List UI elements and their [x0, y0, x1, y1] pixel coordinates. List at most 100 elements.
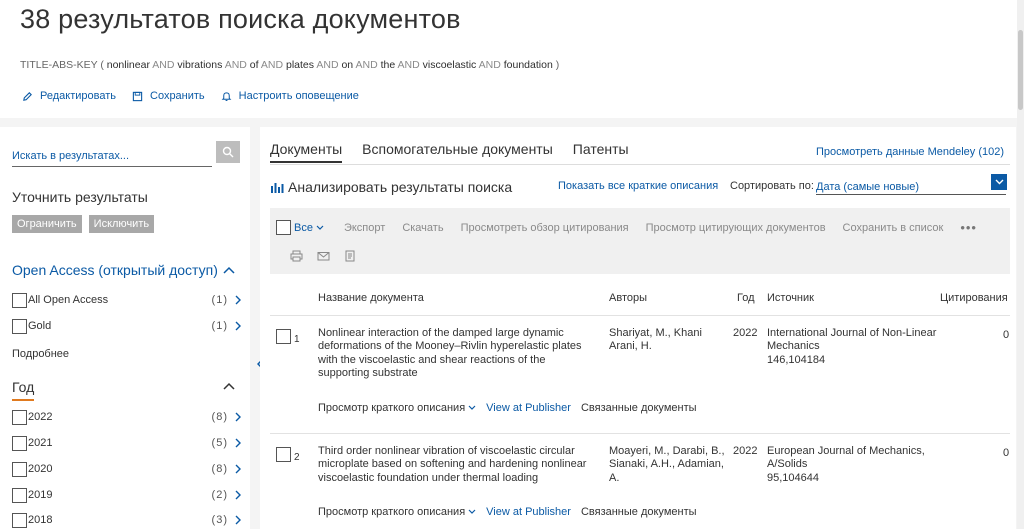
document-number: 2: [294, 452, 300, 463]
document-title-link[interactable]: Third order nonlinear vibration of visco…: [318, 445, 598, 485]
select-all-checkbox[interactable]: [276, 220, 291, 235]
email-icon[interactable]: [317, 250, 330, 262]
exclude-button[interactable]: Исключить: [88, 215, 155, 233]
query-term: on: [341, 59, 354, 71]
document-citations[interactable]: 0: [1003, 447, 1009, 459]
checkbox[interactable]: [12, 435, 27, 451]
scrollbar-thumb[interactable]: [1018, 30, 1023, 110]
analyze-results-link[interactable]: Анализировать результаты поиска: [270, 179, 512, 195]
results-header: 38 результатов поиска документов TITLE-A…: [0, 0, 1024, 118]
document-citations[interactable]: 0: [1003, 329, 1009, 341]
chevron-right-icon[interactable]: [232, 295, 244, 305]
chevron-right-icon[interactable]: [232, 321, 244, 331]
pencil-icon: [23, 91, 32, 101]
set-alert-button[interactable]: Настроить оповещение: [221, 90, 359, 102]
tab-patents[interactable]: Патенты: [573, 141, 629, 163]
column-header-authors: Авторы: [609, 292, 647, 304]
year-facet-header[interactable]: Год: [12, 379, 34, 401]
chevron-right-icon[interactable]: [232, 412, 244, 422]
related-documents-link[interactable]: Связанные документы: [581, 402, 697, 414]
document-links: Просмотр краткого описания View at Publi…: [318, 506, 697, 518]
query-operator: AND: [478, 59, 501, 71]
document-authors[interactable]: Moayeri, M., Darabi, B., Sianaki, A.H., …: [609, 445, 727, 485]
sort-select[interactable]: Дата (самые новые): [816, 179, 1006, 195]
view-abstract-link[interactable]: Просмотр краткого описания: [318, 506, 476, 518]
related-documents-link[interactable]: Связанные документы: [581, 506, 697, 518]
document-title-link[interactable]: Nonlinear interaction of the damped larg…: [318, 327, 598, 380]
tab-secondary-documents[interactable]: Вспомогательные документы: [362, 141, 553, 163]
document-authors[interactable]: Shariyat, M., Khani Arani, H.: [609, 327, 727, 354]
divider: [270, 315, 1010, 316]
search-within-button[interactable]: [216, 141, 240, 163]
chevron-down-icon: [316, 225, 324, 230]
chevron-down-icon: [468, 509, 476, 514]
checkbox[interactable]: [12, 461, 27, 477]
tab-documents[interactable]: Документы: [270, 141, 343, 163]
limit-to-button[interactable]: Ограничить: [12, 215, 82, 233]
search-icon: [222, 146, 234, 158]
query-operator: AND: [260, 59, 284, 71]
citation-overview-button[interactable]: Просмотреть обзор цитирования: [461, 222, 629, 234]
query-operator: AND: [224, 59, 247, 71]
checkbox[interactable]: [12, 512, 27, 528]
divider: [270, 164, 1010, 165]
chevron-right-icon[interactable]: [232, 515, 244, 525]
sort-label: Сортировать по:: [730, 180, 814, 192]
chevron-right-icon[interactable]: [232, 464, 244, 474]
bar-chart-icon: [271, 183, 284, 193]
select-all-dropdown[interactable]: Все: [294, 222, 324, 234]
chevron-up-icon[interactable]: [222, 381, 236, 391]
checkbox[interactable]: [12, 487, 27, 503]
view-at-publisher-link[interactable]: View at Publisher: [486, 506, 571, 518]
show-all-abstracts-link[interactable]: Показать все краткие описания: [558, 180, 718, 192]
results-tabs: Документы Вспомогательные документы Пате…: [270, 141, 629, 163]
save-to-list-button[interactable]: Сохранить в список: [843, 222, 944, 234]
query-term: nonlinear: [106, 59, 150, 71]
bibliography-icon[interactable]: [344, 250, 357, 262]
more-actions-button[interactable]: •••: [960, 220, 977, 235]
view-abstract-link[interactable]: Просмотр краткого описания: [318, 402, 476, 414]
results-toolbar: Все Экспорт Скачать Просмотреть обзор ци…: [270, 208, 1010, 274]
checkbox[interactable]: [12, 409, 27, 425]
chevron-right-icon[interactable]: [232, 438, 244, 448]
facet-item-year[interactable]: 2019 (2): [12, 487, 244, 503]
sort-dropdown-button[interactable]: [991, 174, 1007, 190]
document-checkbox[interactable]: [276, 329, 291, 344]
refine-buttons: Ограничить Исключить: [12, 215, 155, 233]
facet-item-year[interactable]: 2022 (8): [12, 409, 244, 425]
query-operator: AND: [316, 59, 339, 71]
search-within-input[interactable]: Искать в результатах...: [12, 141, 212, 167]
chevron-up-icon[interactable]: [222, 265, 236, 275]
citing-documents-button[interactable]: Просмотр цитирующих документов: [646, 222, 826, 234]
query-term: foundation: [503, 59, 553, 71]
facet-item-year[interactable]: 2020 (8): [12, 461, 244, 477]
print-icon[interactable]: [290, 250, 303, 262]
edit-search-button[interactable]: Редактировать: [22, 90, 116, 102]
document-source[interactable]: International Journal of Non-Linear Mech…: [767, 327, 937, 367]
facet-item-gold[interactable]: Gold (1): [12, 318, 244, 334]
query-term: of: [249, 59, 259, 71]
facet-item-all-open-access[interactable]: All Open Access (1): [12, 292, 244, 308]
checkbox[interactable]: [12, 318, 27, 334]
export-button[interactable]: Экспорт: [344, 222, 385, 234]
refine-sidebar: Искать в результатах... Уточнить результ…: [0, 127, 250, 529]
document-checkbox[interactable]: [276, 447, 291, 462]
download-button[interactable]: Скачать: [402, 222, 443, 234]
document-source[interactable]: European Journal of Mechanics, A/Solids …: [767, 445, 937, 485]
toolbar-actions: Все Экспорт Скачать Просмотреть обзор ци…: [276, 220, 977, 235]
more-open-access-link[interactable]: Подробнее: [12, 348, 69, 360]
chevron-right-icon[interactable]: [232, 490, 244, 500]
mendeley-data-link[interactable]: Просмотреть данные Mendeley (102): [816, 146, 1004, 158]
facet-item-year[interactable]: 2018 (3): [12, 512, 244, 528]
view-at-publisher-link[interactable]: View at Publisher: [486, 402, 571, 414]
open-access-facet-header[interactable]: Open Access (открытый доступ): [12, 262, 218, 278]
query-operator: AND: [355, 59, 378, 71]
page-scrollbar[interactable]: [1017, 0, 1024, 529]
toolbar-icons: [290, 250, 357, 262]
document-number: 1: [294, 334, 300, 345]
column-header-citations: Цитирования: [940, 292, 1008, 304]
chevron-down-icon: [468, 405, 476, 410]
save-search-button[interactable]: Сохранить: [132, 90, 205, 102]
facet-item-year[interactable]: 2021 (5): [12, 435, 244, 451]
checkbox[interactable]: [12, 292, 27, 308]
